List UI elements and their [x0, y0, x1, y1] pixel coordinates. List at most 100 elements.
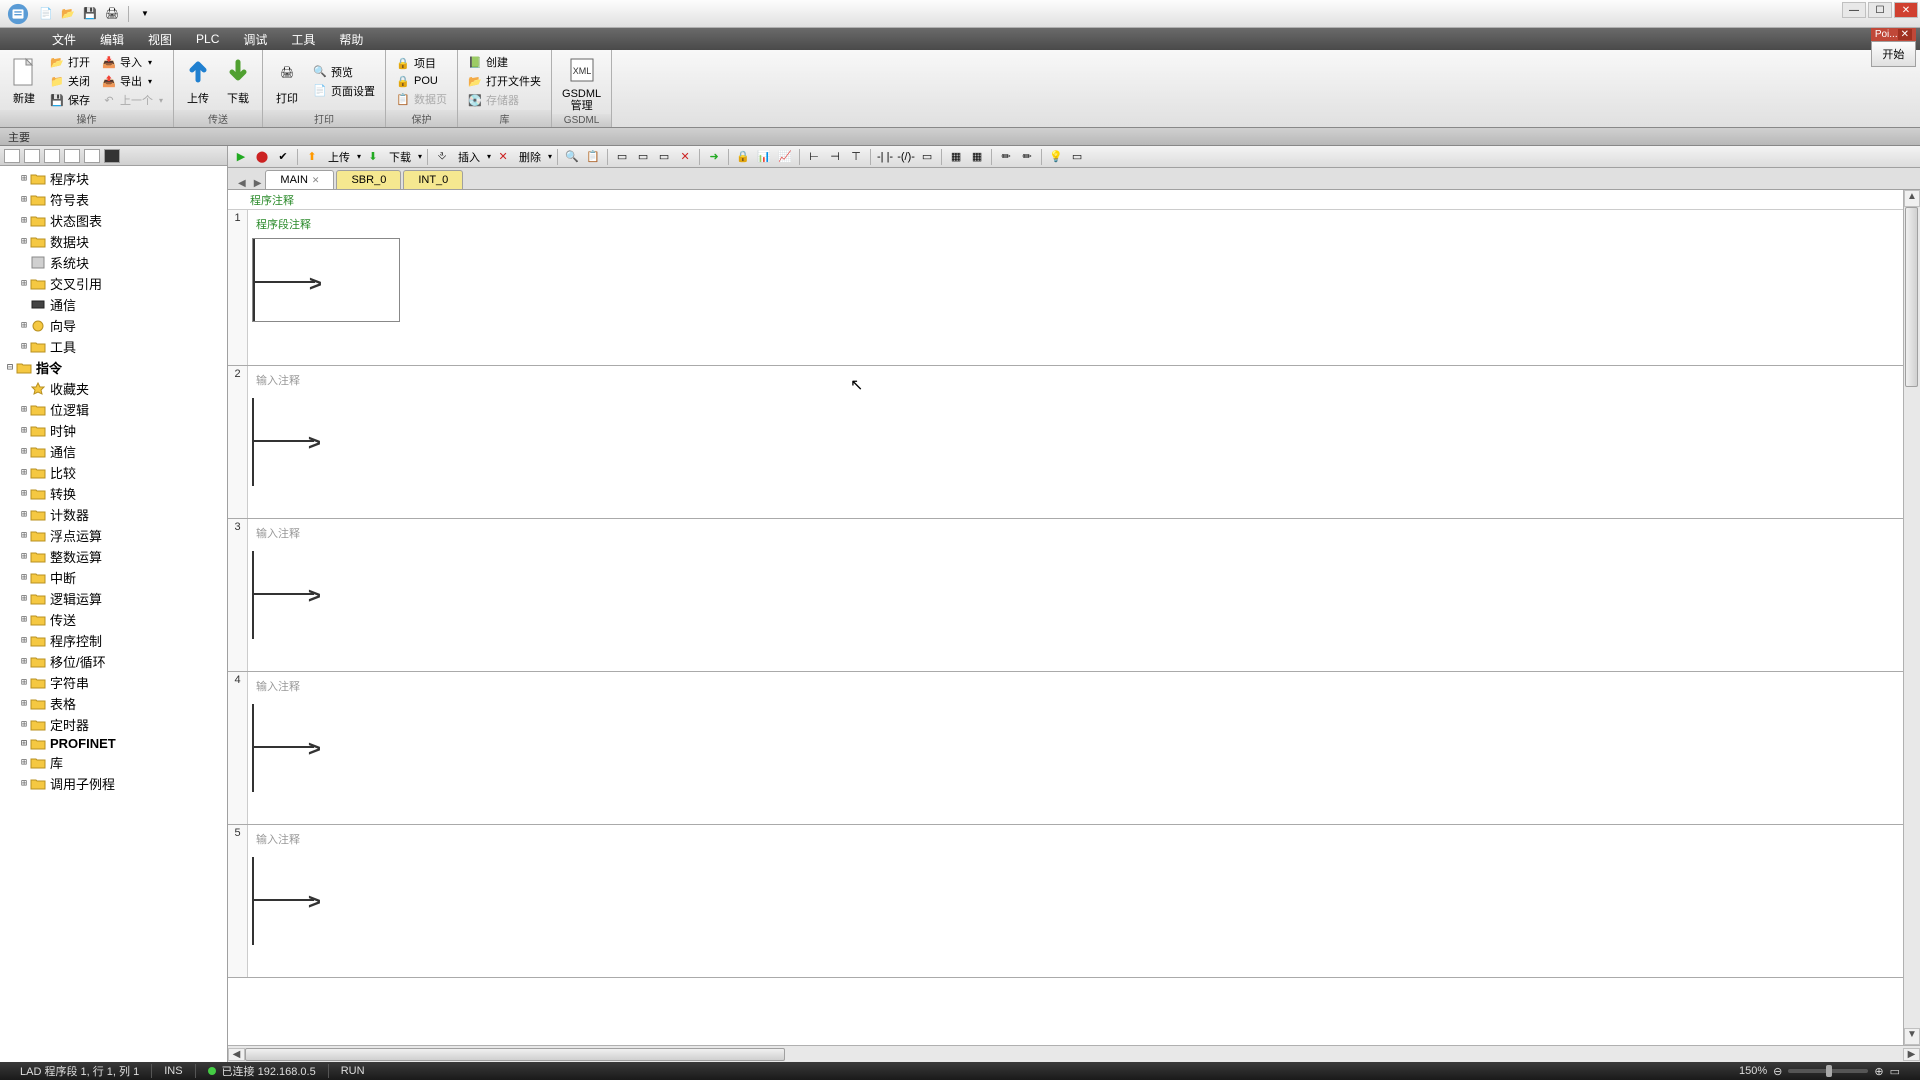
- memory-button[interactable]: 💽存储器: [466, 91, 543, 109]
- floating-start-button[interactable]: 开始: [1871, 41, 1916, 67]
- tab-close-icon[interactable]: ✕: [312, 175, 320, 186]
- hscroll-thumb[interactable]: [245, 1048, 785, 1061]
- tb-misc-2[interactable]: 📋: [584, 148, 602, 166]
- tab-int0[interactable]: INT_0: [403, 170, 463, 189]
- network-comment[interactable]: 输入注释: [252, 523, 1920, 543]
- close-file-button[interactable]: 📁关闭: [48, 72, 92, 90]
- network-row[interactable]: 2输入注释>: [228, 366, 1920, 519]
- delete-tb-icon[interactable]: ✕: [494, 148, 512, 166]
- save-button[interactable]: 💾保存: [48, 91, 92, 109]
- hscroll-right-icon[interactable]: ▶: [1903, 1048, 1920, 1061]
- tree-item[interactable]: ⊞交叉引用: [0, 273, 227, 294]
- zoom-slider[interactable]: [1788, 1069, 1868, 1073]
- open-folder-button[interactable]: 📂打开文件夹: [466, 72, 543, 90]
- menu-debug[interactable]: 调试: [231, 31, 279, 48]
- tree-item[interactable]: ⊞比较: [0, 462, 227, 483]
- qat-dropdown-icon[interactable]: ▼: [137, 6, 153, 22]
- create-lib-button[interactable]: 📗创建: [466, 53, 543, 71]
- tree-item[interactable]: ⊞中断: [0, 567, 227, 588]
- project-button[interactable]: 🔒项目: [394, 54, 449, 72]
- tree-item[interactable]: ⊞传送: [0, 609, 227, 630]
- network-row[interactable]: 1程序段注释>: [228, 210, 1920, 366]
- tb-misc-4[interactable]: ▭: [634, 148, 652, 166]
- tb-end-6[interactable]: ▭: [1068, 148, 1086, 166]
- menu-file[interactable]: 文件: [40, 31, 88, 48]
- menu-edit[interactable]: 编辑: [88, 31, 136, 48]
- floating-panel-close-icon[interactable]: ✕: [1898, 29, 1912, 40]
- network-comment[interactable]: 输入注释: [252, 370, 1920, 390]
- menu-help[interactable]: 帮助: [327, 31, 375, 48]
- tree-item[interactable]: ⊞PROFINET: [0, 735, 227, 752]
- sidebar-view-btn-3[interactable]: [44, 149, 60, 163]
- download-button[interactable]: 下载: [218, 56, 258, 106]
- vertical-scrollbar[interactable]: ▲ ▼: [1903, 190, 1920, 1045]
- upload-tb-icon[interactable]: ⬆: [303, 148, 321, 166]
- qat-save-icon[interactable]: 💾: [82, 6, 98, 22]
- branch-icon[interactable]: ⊤: [847, 148, 865, 166]
- network-comment[interactable]: 输入注释: [252, 829, 1920, 849]
- run-icon[interactable]: ▶: [232, 148, 250, 166]
- tree-item[interactable]: ⊞计数器: [0, 504, 227, 525]
- tb-misc-7[interactable]: ➜: [705, 148, 723, 166]
- upload-button[interactable]: 上传: [178, 56, 218, 106]
- tree-item[interactable]: ⊞字符串: [0, 672, 227, 693]
- tree-item[interactable]: 通信: [0, 294, 227, 315]
- box-fn-icon[interactable]: ▭: [918, 148, 936, 166]
- pou-button[interactable]: 🔒POU: [394, 73, 449, 89]
- new-button[interactable]: 新建: [4, 56, 44, 106]
- tree-item[interactable]: ⊞逻辑运算: [0, 588, 227, 609]
- close-button[interactable]: ✕: [1894, 2, 1918, 18]
- tree-item[interactable]: ⊞移位/循环: [0, 651, 227, 672]
- tree-item[interactable]: ⊞浮点运算: [0, 525, 227, 546]
- delete-tb-label[interactable]: 删除: [515, 149, 545, 165]
- tree-item[interactable]: ⊞程序控制: [0, 630, 227, 651]
- vscroll-down-arrow-icon[interactable]: ▼: [1904, 1028, 1920, 1045]
- prev-button[interactable]: ↶上一个▾: [100, 91, 165, 109]
- sidebar-view-btn-1[interactable]: [4, 149, 20, 163]
- tab-sbr0[interactable]: SBR_0: [336, 170, 401, 189]
- app-menu-orb[interactable]: [2, 0, 34, 28]
- tree-item[interactable]: ⊞程序块: [0, 168, 227, 189]
- tb-end-4[interactable]: ✏: [1018, 148, 1036, 166]
- maximize-button[interactable]: ☐: [1868, 2, 1892, 18]
- tb-end-3[interactable]: ✏: [997, 148, 1015, 166]
- project-tree[interactable]: ⊞程序块⊞符号表⊞状态图表⊞数据块系统块⊞交叉引用通信⊞向导⊞工具⊟指令收藏夹⊞…: [0, 166, 227, 1062]
- tree-instructions-root[interactable]: ⊟指令: [0, 357, 227, 378]
- upload-tb-label[interactable]: 上传: [324, 149, 354, 165]
- minimize-button[interactable]: —: [1842, 2, 1866, 18]
- tb-misc-10[interactable]: 📈: [776, 148, 794, 166]
- tab-prev-icon[interactable]: ◀: [234, 178, 250, 189]
- network-comment[interactable]: 程序段注释: [252, 214, 1920, 234]
- nc-contact-icon[interactable]: -(/)-: [897, 148, 915, 166]
- network-area[interactable]: 1程序段注释>2输入注释>3输入注释>4输入注释>5输入注释>: [228, 210, 1920, 1045]
- tree-item[interactable]: ⊞库: [0, 752, 227, 773]
- network-comment[interactable]: 输入注释: [252, 676, 1920, 696]
- menu-tools[interactable]: 工具: [279, 31, 327, 48]
- open-button[interactable]: 📂打开: [48, 53, 92, 71]
- tb-misc-6[interactable]: ✕: [676, 148, 694, 166]
- tree-item[interactable]: ⊞符号表: [0, 189, 227, 210]
- tab-next-icon[interactable]: ▶: [250, 178, 266, 189]
- vscroll-thumb[interactable]: [1905, 207, 1918, 387]
- network-row[interactable]: 5输入注释>: [228, 825, 1920, 978]
- import-button[interactable]: 📥导入▾: [100, 53, 165, 71]
- tb-misc-9[interactable]: 📊: [755, 148, 773, 166]
- menu-view[interactable]: 视图: [136, 31, 184, 48]
- no-contact-icon[interactable]: -| |-: [876, 148, 894, 166]
- coil-icon[interactable]: ⊣: [826, 148, 844, 166]
- horizontal-scrollbar[interactable]: ◀ ▶: [228, 1045, 1920, 1062]
- tree-item[interactable]: ⊞表格: [0, 693, 227, 714]
- tb-end-2[interactable]: ▦: [968, 148, 986, 166]
- tree-item[interactable]: ⊞状态图表: [0, 210, 227, 231]
- tree-item[interactable]: ⊞时钟: [0, 420, 227, 441]
- zoom-thumb[interactable]: [1826, 1065, 1832, 1077]
- tab-main[interactable]: MAIN✕: [265, 170, 334, 189]
- sidebar-view-btn-5[interactable]: [84, 149, 100, 163]
- preview-button[interactable]: 🔍预览: [311, 63, 377, 81]
- datapage-button[interactable]: 📋数据页: [394, 90, 449, 108]
- vscroll-up-arrow-icon[interactable]: ▲: [1904, 190, 1920, 207]
- tree-item[interactable]: ⊞整数运算: [0, 546, 227, 567]
- sidebar-view-btn-6[interactable]: [104, 149, 120, 163]
- export-button[interactable]: 📤导出▾: [100, 72, 165, 90]
- tree-item[interactable]: ⊞数据块: [0, 231, 227, 252]
